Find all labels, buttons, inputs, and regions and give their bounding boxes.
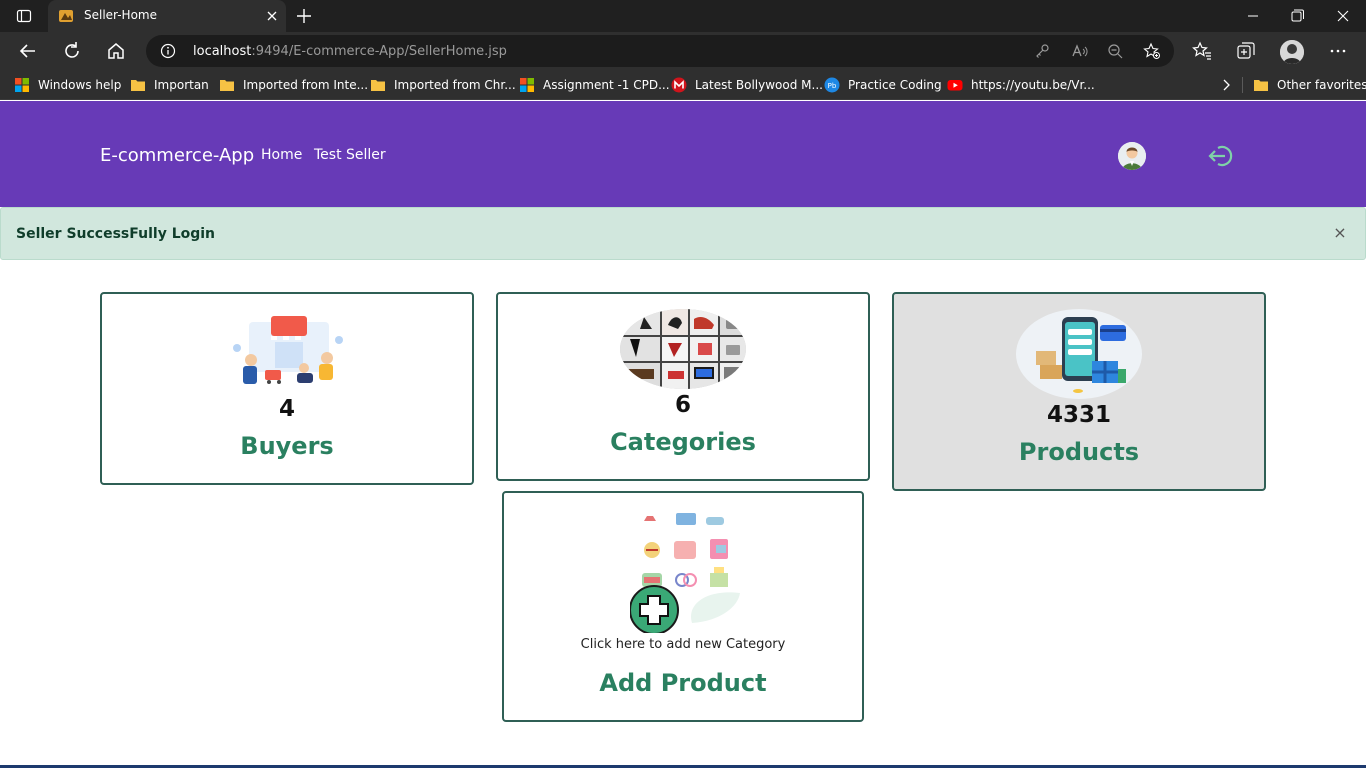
categories-card[interactable]: 6 Categories: [496, 292, 870, 481]
favorites-icon[interactable]: [1191, 40, 1213, 62]
bookmark-assignment[interactable]: Assignment -1 CPD...: [519, 76, 670, 94]
windows-logo-icon: [520, 78, 534, 92]
logout-icon[interactable]: [1206, 142, 1236, 170]
bookmark-label: Imported from Chr...: [394, 78, 516, 92]
minimize-icon[interactable]: [1238, 4, 1268, 28]
nav-link-home[interactable]: Home: [261, 147, 302, 163]
products-label: Products: [1018, 438, 1140, 466]
close-tab-icon[interactable]: [264, 8, 280, 24]
user-avatar[interactable]: [1118, 142, 1146, 170]
url-host: localhost: [193, 44, 252, 59]
bookmark-label: Assignment -1 CPD...: [543, 78, 670, 92]
bookmark-imported-chrome[interactable]: Imported from Chr...: [370, 76, 516, 94]
categories-collage-icon: [620, 309, 746, 389]
profile-avatar[interactable]: [1280, 40, 1304, 64]
more-menu-icon[interactable]: [1327, 40, 1349, 62]
buyers-label: Buyers: [240, 432, 334, 460]
home-icon[interactable]: [102, 37, 130, 65]
bookmark-label: Other favorites: [1277, 78, 1366, 92]
buyers-count: 4: [278, 396, 295, 422]
refresh-icon[interactable]: [58, 37, 86, 65]
bookmark-importan[interactable]: Importan: [130, 76, 209, 94]
categories-count: 6: [674, 392, 691, 418]
site-favicon-icon: [58, 8, 74, 24]
chevron-right-icon[interactable]: [1218, 77, 1234, 93]
products-illustration-icon: [1016, 309, 1142, 399]
alert-message: Seller SuccessFully Login: [16, 226, 216, 242]
add-category-note: Click here to add new Category: [580, 637, 786, 652]
bookmark-imported-ie[interactable]: Imported from Inte...: [219, 76, 368, 94]
add-product-label: Add Product: [599, 669, 767, 697]
add-category-illustration-icon: [629, 505, 744, 635]
folder-icon: [131, 80, 145, 91]
products-count: 4331: [1046, 402, 1111, 428]
collections-icon[interactable]: [1235, 40, 1257, 62]
folder-icon: [1254, 80, 1268, 91]
bookmark-label: Practice Coding: [848, 78, 942, 92]
bookmark-label: https://youtu.be/Vr...: [971, 78, 1095, 92]
site-info-icon[interactable]: [160, 43, 176, 59]
read-aloud-icon[interactable]: [1070, 42, 1088, 60]
bookmark-label: Imported from Inte...: [243, 78, 369, 92]
svg-text:Pb: Pb: [828, 82, 837, 90]
categories-label: Categories: [610, 428, 756, 456]
red-m-icon: [671, 77, 687, 93]
bookmark-other-favorites[interactable]: Other favorites: [1253, 76, 1366, 94]
add-product-card[interactable]: Click here to add new Category Add Produ…: [502, 491, 864, 722]
back-icon[interactable]: [14, 37, 42, 65]
bookmarks-divider: [1242, 77, 1243, 93]
restore-icon[interactable]: [1282, 4, 1312, 28]
close-window-icon[interactable]: [1328, 4, 1358, 28]
zoom-out-icon[interactable]: [1106, 42, 1124, 60]
site-navbar: E-commerce-App Home Test Seller: [0, 101, 1366, 207]
folder-icon: [220, 80, 234, 91]
bookmark-label: Importan: [154, 78, 209, 92]
success-alert: Seller SuccessFully Login ×: [0, 207, 1366, 260]
buyers-card[interactable]: 4 Buyers: [100, 292, 474, 485]
bookmark-practice-coding[interactable]: Pb Practice Coding: [824, 76, 942, 94]
browser-toolbar: localhost:9494/E-commerce-App/SellerHome…: [0, 32, 1366, 70]
buyers-illustration-icon: [229, 312, 347, 390]
browser-tab-bar: Seller-Home: [0, 0, 1366, 32]
browser-tab[interactable]: Seller-Home: [48, 0, 286, 32]
url-text[interactable]: localhost:9494/E-commerce-App/SellerHome…: [193, 44, 507, 59]
bookmark-windows-help[interactable]: Windows help: [14, 76, 121, 94]
bookmarks-bar: Windows help Importan Imported from Inte…: [0, 70, 1366, 100]
key-icon[interactable]: [1033, 42, 1051, 60]
youtube-icon: [947, 80, 963, 91]
folder-icon: [371, 80, 385, 91]
bookmark-youtube[interactable]: https://youtu.be/Vr...: [947, 76, 1095, 94]
products-card[interactable]: 4331 Products: [892, 292, 1266, 491]
new-tab-icon[interactable]: [292, 4, 316, 28]
tab-actions-icon[interactable]: [8, 4, 40, 28]
url-path: :9494/E-commerce-App/SellerHome.jsp: [251, 44, 507, 59]
address-bar[interactable]: localhost:9494/E-commerce-App/SellerHome…: [146, 35, 1174, 67]
tab-title: Seller-Home: [84, 8, 157, 22]
pb-icon: Pb: [824, 77, 840, 93]
close-alert-icon[interactable]: ×: [1331, 224, 1349, 242]
windows-logo-icon: [15, 78, 29, 92]
add-favorite-icon[interactable]: [1143, 42, 1161, 60]
bookmark-bollywood[interactable]: Latest Bollywood M...: [671, 76, 823, 94]
bookmark-label: Windows help: [38, 78, 122, 92]
bookmark-label: Latest Bollywood M...: [695, 78, 823, 92]
brand-link[interactable]: E-commerce-App: [100, 145, 254, 166]
nav-link-seller[interactable]: Test Seller: [314, 147, 386, 163]
